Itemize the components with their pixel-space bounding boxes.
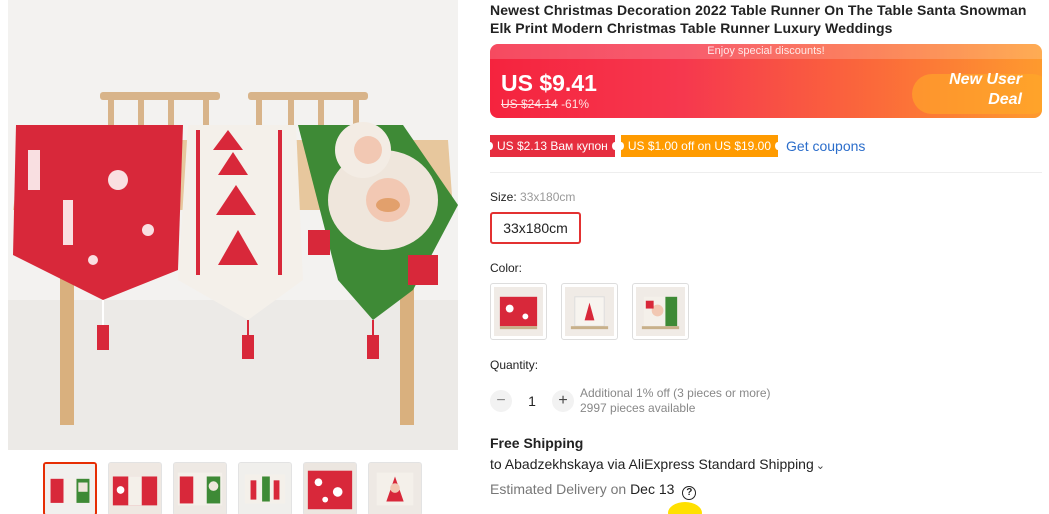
current-price: US $9.41: [501, 70, 597, 96]
size-option-33x180cm[interactable]: 33x180cm: [490, 212, 581, 244]
section-divider: [490, 172, 1042, 173]
quantity-notes: Additional 1% off (3 pieces or more) 299…: [580, 386, 771, 416]
size-label: Size: 33x180cm: [490, 190, 575, 204]
chevron-down-icon[interactable]: ⌄: [816, 460, 825, 472]
quantity-label: Quantity:: [490, 358, 539, 372]
discount-banner-text: Enjoy special discounts!: [490, 44, 1042, 59]
quantity-input[interactable]: 1: [512, 393, 552, 409]
floating-assistant-icon[interactable]: [668, 502, 702, 514]
size-selected-value: 33x180cm: [520, 190, 576, 204]
quantity-decrease-button[interactable]: −: [490, 390, 512, 412]
thumbnail-5[interactable]: [303, 462, 357, 514]
new-user-deal-label: New User Deal: [949, 71, 1022, 108]
thumbnail-4[interactable]: [238, 462, 292, 514]
stock-available-note: 2997 pieces available: [580, 401, 696, 415]
color-option-red[interactable]: [490, 283, 547, 340]
color-option-white[interactable]: [561, 283, 618, 340]
product-info-panel: Newest Christmas Decoration 2022 Table R…: [487, 0, 1042, 500]
shipping-title: Free Shipping: [490, 435, 584, 451]
size-label-text: Size:: [490, 190, 517, 204]
delivery-date: Dec 13: [630, 481, 675, 497]
coupon-store[interactable]: US $1.00 off on US $19.00: [617, 135, 782, 157]
quantity-increase-button[interactable]: +: [552, 390, 574, 412]
original-price-row: US $24.14 -61%: [501, 97, 589, 111]
price-banner: Enjoy special discounts! US $9.41 US $24…: [490, 44, 1042, 118]
get-coupons-link[interactable]: Get coupons: [786, 138, 865, 154]
thumbnail-strip: [43, 462, 422, 514]
product-title: Newest Christmas Decoration 2022 Table R…: [490, 2, 1027, 36]
discount-percent: -61%: [561, 97, 590, 111]
estimated-delivery: Estimated Delivery on Dec 13 ?: [490, 481, 697, 500]
shipping-destination[interactable]: to Abadzekhskaya via AliExpress Standard…: [490, 456, 825, 472]
coupon-seller[interactable]: US $2.13 Вам купон: [487, 135, 618, 157]
main-product-image[interactable]: [8, 0, 458, 450]
thumbnail-2[interactable]: [108, 462, 162, 514]
help-icon[interactable]: ?: [682, 486, 697, 500]
shipping-destination-text[interactable]: to Abadzekhskaya via AliExpress Standard…: [490, 456, 814, 472]
bulk-discount-note: Additional 1% off (3 pieces or more): [580, 386, 771, 400]
thumbnail-3[interactable]: [173, 462, 227, 514]
color-label: Color:: [490, 261, 523, 275]
original-price: US $24.14: [501, 97, 558, 111]
quantity-stepper: − 1 + Additional 1% off (3 pieces or mor…: [490, 386, 771, 416]
delivery-label: Estimated Delivery on: [490, 481, 627, 497]
color-options: [490, 283, 689, 340]
coupon-row: US $2.13 Вам купон US $1.00 off on US $1…: [487, 135, 865, 157]
color-option-santa-green[interactable]: [632, 283, 689, 340]
thumbnail-1[interactable]: [43, 462, 97, 514]
thumbnail-6[interactable]: [368, 462, 422, 514]
